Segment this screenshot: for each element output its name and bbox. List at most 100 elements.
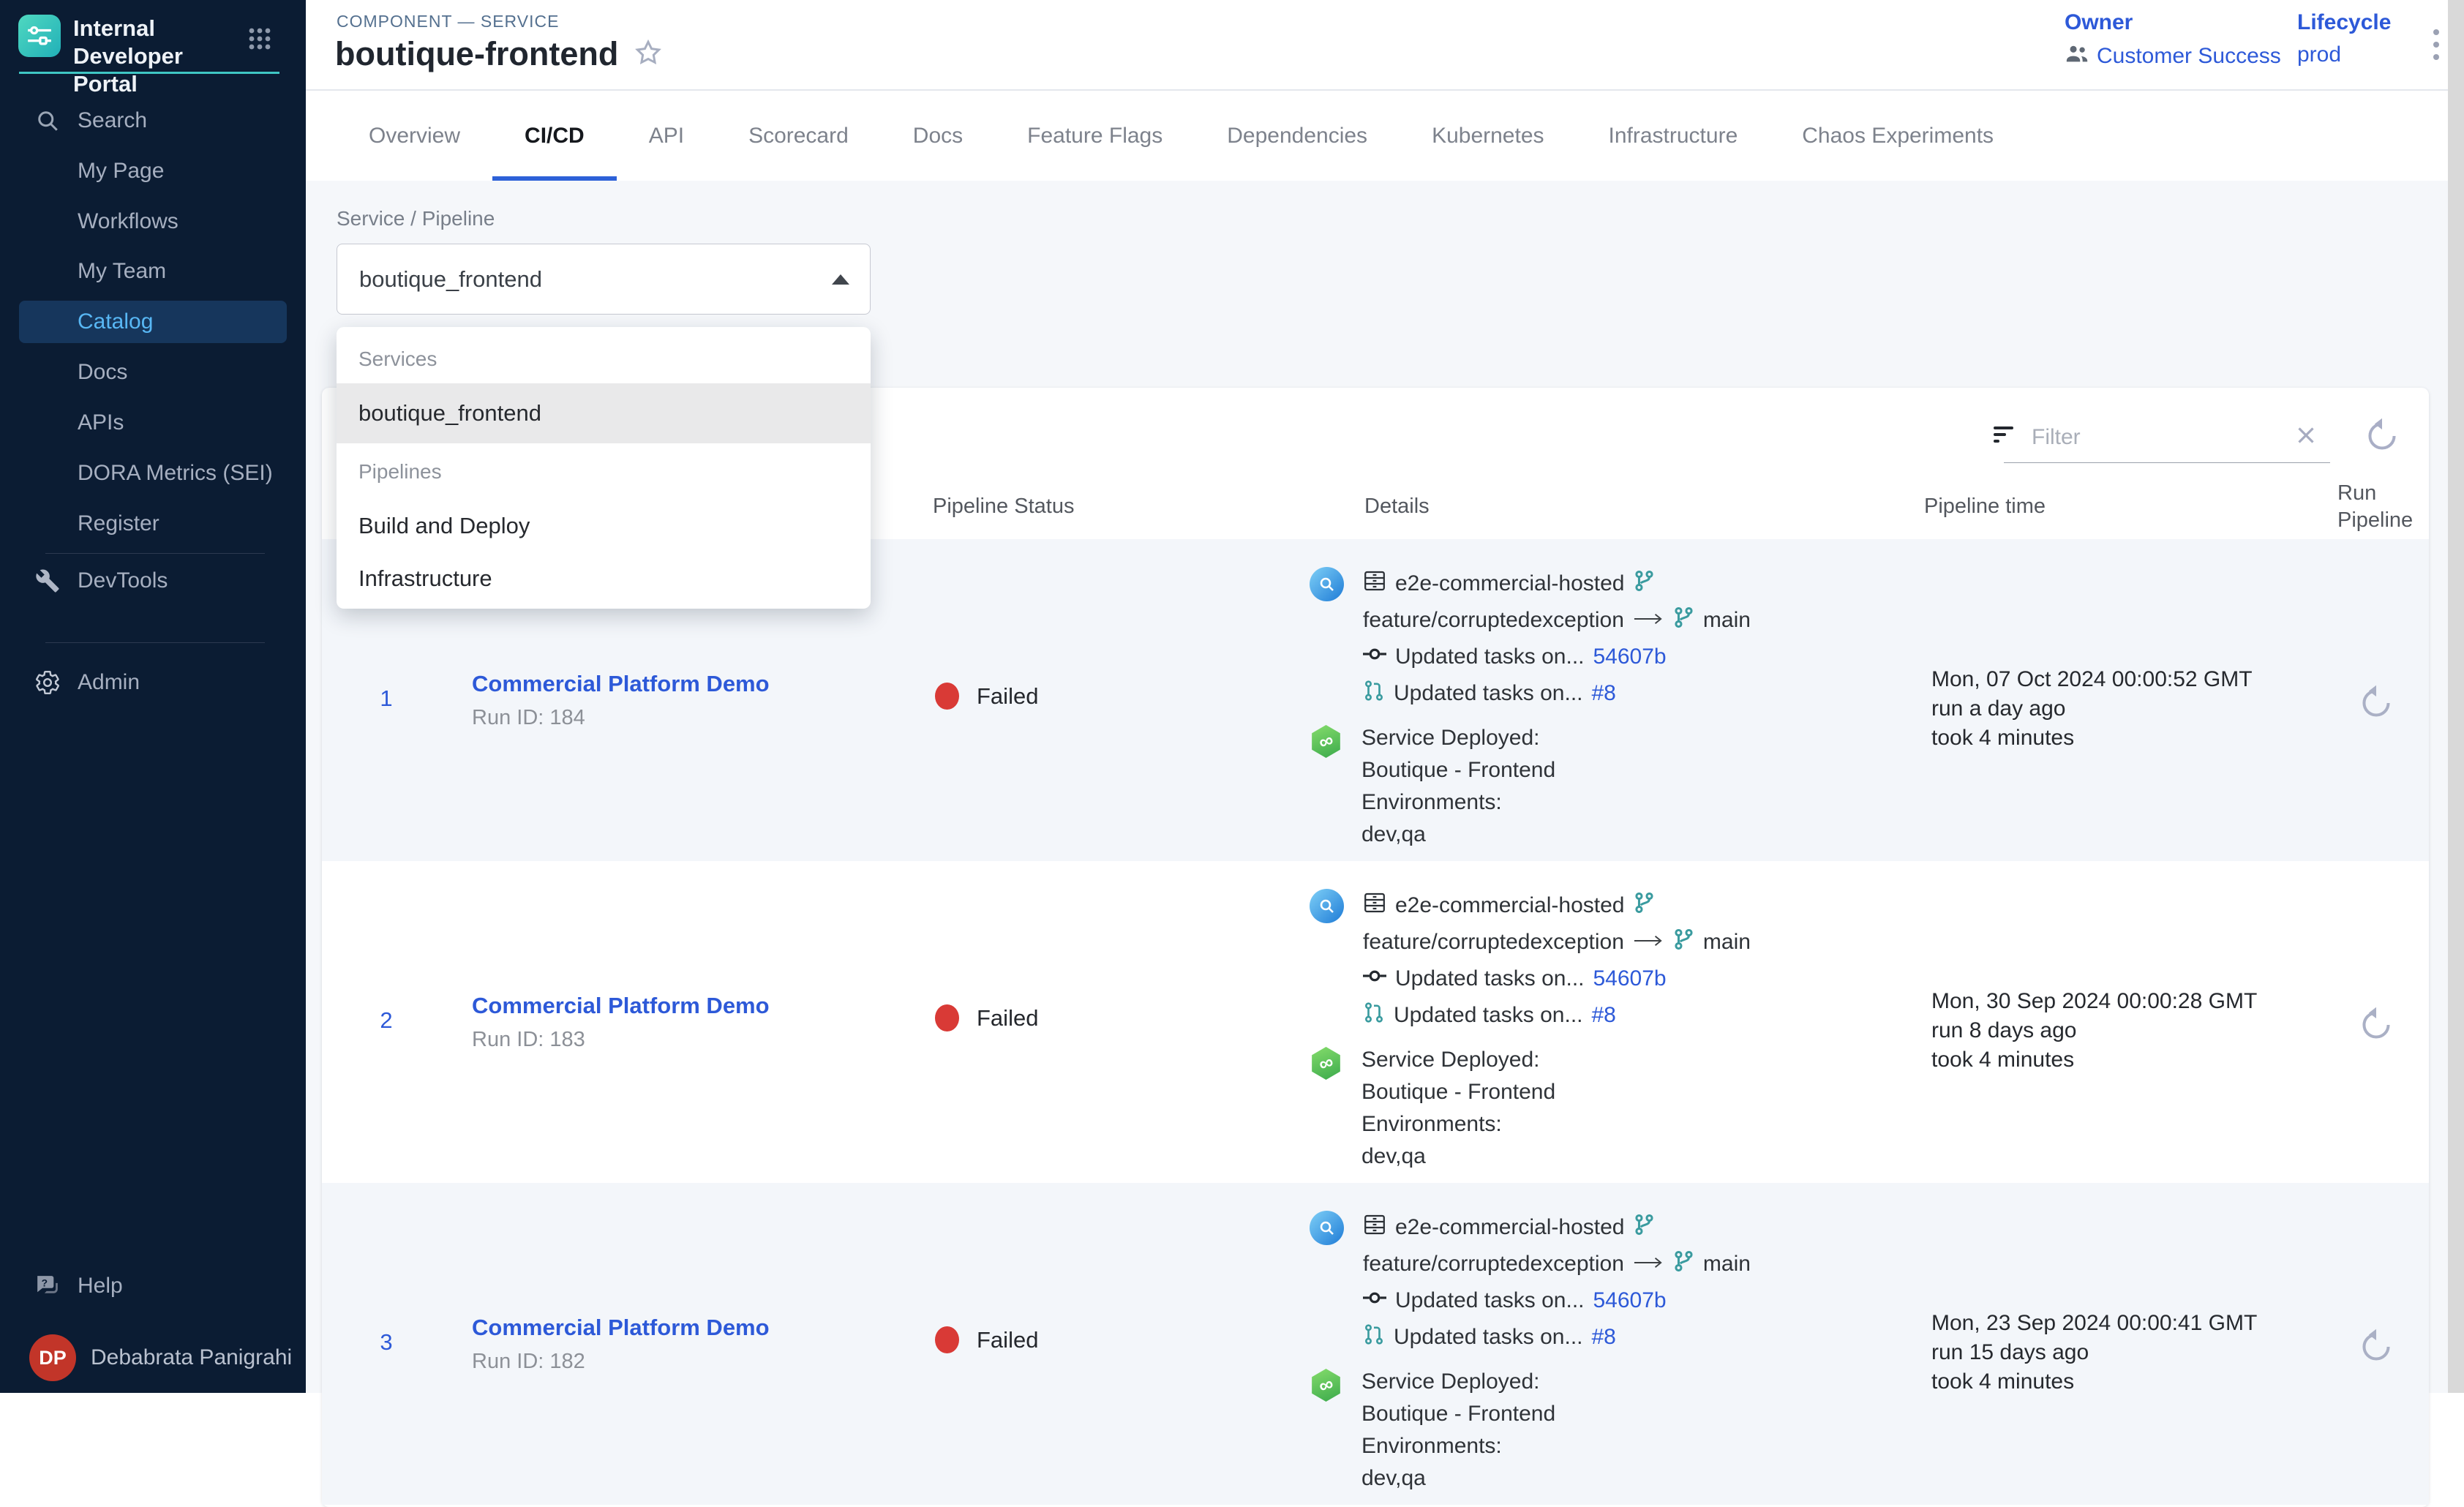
column-header-run: Run Pipeline xyxy=(2337,480,2454,534)
git-branch-icon xyxy=(1633,892,1655,920)
tab-dependencies[interactable]: Dependencies xyxy=(1195,91,1400,181)
deployed-label: Service Deployed: xyxy=(1361,1366,1555,1398)
tab-chaos-experiments[interactable]: Chaos Experiments xyxy=(1770,91,2026,181)
pipeline-name-link[interactable]: Commercial Platform Demo xyxy=(472,671,770,697)
status-badge: Failed xyxy=(935,1326,1038,1353)
column-header-time: Pipeline time xyxy=(1924,495,2046,519)
sidebar-item-label: Workflows xyxy=(78,209,179,234)
arrow-right-icon xyxy=(1633,1252,1664,1277)
run-timestamp: Mon, 07 Oct 2024 00:00:52 GMT xyxy=(1931,665,2253,694)
page-scrollbar[interactable] xyxy=(2448,0,2464,1393)
arrow-right-icon xyxy=(1633,608,1664,633)
sidebar-item-label: Help xyxy=(78,1274,123,1299)
tab-overview[interactable]: Overview xyxy=(337,91,492,181)
status-text: Failed xyxy=(977,1005,1038,1031)
tab-docs[interactable]: Docs xyxy=(881,91,995,181)
pr-link[interactable]: #8 xyxy=(1592,1325,1616,1350)
commit-link[interactable]: 54607b xyxy=(1593,1288,1667,1313)
sidebar-item-admin[interactable]: Admin xyxy=(19,661,287,704)
run-id: Run ID: 182 xyxy=(472,1350,770,1374)
row-index: 1 xyxy=(364,685,408,712)
cd-module-icon: ∞ xyxy=(1310,725,1342,758)
main-area: COMPONENT — SERVICE boutique-frontend Ow… xyxy=(306,0,2464,1393)
source-branch: feature/corruptedexception xyxy=(1363,1252,1624,1277)
sidebar-item-dora-metrics[interactable]: DORA Metrics (SEI) xyxy=(19,452,287,495)
star-icon[interactable] xyxy=(633,37,664,72)
cicd-content: Service / Pipeline xyxy=(306,181,2464,1393)
tab-feature-flags[interactable]: Feature Flags xyxy=(995,91,1195,181)
environments-value: dev,qa xyxy=(1361,1462,1555,1495)
menu-group-pipelines: Pipelines xyxy=(358,460,442,484)
tab-scorecard[interactable]: Scorecard xyxy=(716,91,881,181)
sidebar-item-label: Catalog xyxy=(78,309,153,334)
run-id: Run ID: 183 xyxy=(472,1028,770,1052)
tab-kubernetes[interactable]: Kubernetes xyxy=(1400,91,1576,181)
git-branch-icon xyxy=(1672,928,1694,956)
commit-message: Updated tasks on... xyxy=(1395,644,1585,669)
lifecycle-block: Lifecycle prod xyxy=(2297,10,2391,67)
ci-module-icon xyxy=(1310,567,1344,601)
deployed-service: Boutique - Frontend xyxy=(1361,1076,1555,1108)
run-duration: took 4 minutes xyxy=(1931,1045,2257,1075)
sidebar-item-register[interactable]: Register xyxy=(19,503,287,545)
owner-link[interactable]: Customer Success xyxy=(2097,44,2281,69)
apps-grid-icon[interactable] xyxy=(247,26,272,51)
sidebar-item-label: APIs xyxy=(78,410,124,435)
sidebar-item-my-page[interactable]: My Page xyxy=(19,150,287,192)
cd-module-icon: ∞ xyxy=(1310,1047,1342,1080)
rerun-pipeline-icon[interactable] xyxy=(2357,684,2395,722)
sidebar-item-devtools[interactable]: DevTools xyxy=(19,560,287,602)
reset-filters-icon[interactable] xyxy=(2363,417,2401,455)
menu-option-service[interactable]: boutique_frontend xyxy=(337,383,871,443)
sidebar-item-catalog[interactable]: Catalog xyxy=(19,301,287,343)
pr-link[interactable]: #8 xyxy=(1592,1003,1616,1028)
git-branch-icon xyxy=(1633,1214,1655,1241)
details-cell: e2e-commercial-hosted feature/corruptede xyxy=(1310,887,1751,1173)
sidebar-item-docs[interactable]: Docs xyxy=(19,351,287,394)
pipeline-name-link[interactable]: Commercial Platform Demo xyxy=(472,993,770,1019)
app-logo-icon xyxy=(18,15,61,57)
status-text: Failed xyxy=(977,1327,1038,1353)
source-branch: feature/corruptedexception xyxy=(1363,608,1624,633)
lifecycle-label: Lifecycle xyxy=(2297,10,2391,35)
target-branch: main xyxy=(1703,1252,1751,1277)
ci-module-icon xyxy=(1310,889,1344,923)
failed-dot-icon xyxy=(935,1004,959,1031)
sidebar-item-apis[interactable]: APIs xyxy=(19,402,287,444)
sidebar-item-label: Search xyxy=(78,108,147,133)
pipeline-name-link[interactable]: Commercial Platform Demo xyxy=(472,1315,770,1341)
clear-filter-icon[interactable] xyxy=(2292,421,2321,451)
deployed-service: Boutique - Frontend xyxy=(1361,1398,1555,1430)
rerun-pipeline-icon[interactable] xyxy=(2357,1006,2395,1044)
repo-name: e2e-commercial-hosted xyxy=(1395,1215,1624,1240)
menu-option-label: boutique_frontend xyxy=(358,400,541,426)
pull-request-icon xyxy=(1363,1001,1385,1029)
environments-label: Environments: xyxy=(1361,786,1555,819)
sidebar-item-label: Register xyxy=(78,511,159,536)
service-pipeline-select[interactable]: boutique_frontend xyxy=(337,244,871,315)
column-header-details: Details xyxy=(1364,495,1430,519)
pr-link[interactable]: #8 xyxy=(1592,681,1616,706)
filter-input[interactable] xyxy=(2032,417,2273,458)
commit-link[interactable]: 54607b xyxy=(1593,966,1667,991)
sidebar-item-workflows[interactable]: Workflows xyxy=(19,200,287,243)
commit-link[interactable]: 54607b xyxy=(1593,644,1667,669)
repo-name: e2e-commercial-hosted xyxy=(1395,893,1624,918)
menu-option-infrastructure[interactable]: Infrastructure xyxy=(337,555,871,602)
filter-icon[interactable] xyxy=(1994,426,2016,448)
tab-infrastructure[interactable]: Infrastructure xyxy=(1577,91,1770,181)
tab-cicd[interactable]: CI/CD xyxy=(492,91,617,181)
pr-message: Updated tasks on... xyxy=(1394,1003,1583,1028)
user-menu[interactable]: DP Debabrata Panigrahi xyxy=(0,1334,306,1381)
deployed-label: Service Deployed: xyxy=(1361,722,1555,754)
sidebar-item-help[interactable]: ? Help xyxy=(19,1265,287,1307)
rerun-pipeline-icon[interactable] xyxy=(2357,1328,2395,1366)
pipeline-time-cell: Mon, 30 Sep 2024 00:00:28 GMT run 8 days… xyxy=(1931,987,2257,1075)
tab-api[interactable]: API xyxy=(617,91,716,181)
source-branch: feature/corruptedexception xyxy=(1363,930,1624,955)
status-badge: Failed xyxy=(935,1004,1038,1031)
sidebar-item-my-team[interactable]: My Team xyxy=(19,250,287,293)
cd-module-icon: ∞ xyxy=(1310,1369,1342,1402)
sidebar-item-search[interactable]: Search xyxy=(19,99,287,142)
menu-option-build-and-deploy[interactable]: Build and Deploy xyxy=(337,503,871,549)
